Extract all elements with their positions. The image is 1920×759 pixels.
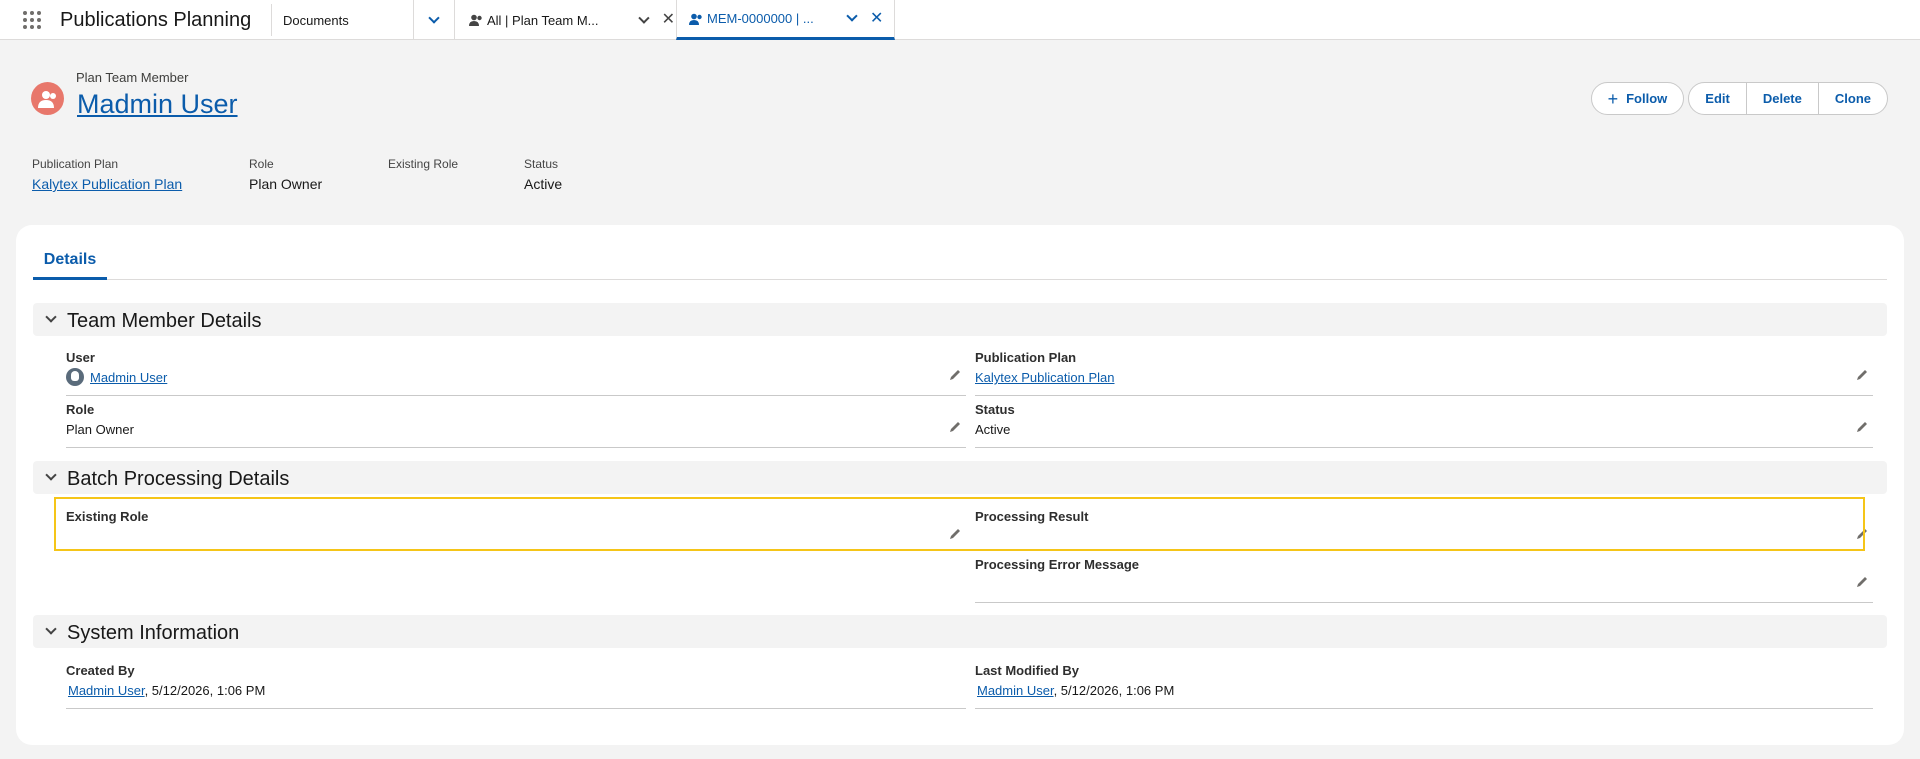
plus-icon: + [1607,88,1619,109]
object-type-label: Plan Team Member [76,70,189,85]
modified-date: , 5/12/2026, 1:06 PM [1053,683,1175,698]
clone-button[interactable]: Clone [1818,82,1888,115]
pencil-icon[interactable] [1855,368,1869,382]
record-title[interactable]: Madmin User [77,89,238,120]
section-system-information[interactable]: System Information [33,615,1887,648]
highlight-label: Status [524,157,559,171]
pencil-icon[interactable] [948,368,962,382]
field-last-modified-by: Last Modified By Madmin User, 5/12/2026,… [975,659,1873,709]
field-role: Role Plan Owner [66,398,966,448]
record-actions: + Follow Edit Delete Clone [1590,82,1888,115]
tab-details[interactable]: Details [33,245,107,280]
follow-button-label: Follow [1626,91,1668,106]
close-icon[interactable]: ✕ [662,12,675,28]
highlight-label: Publication Plan [32,157,119,171]
field-label: Created By [66,663,135,678]
workspace-tab-mem-record[interactable]: MEM-0000000 | ... ✕ [676,0,895,40]
field-value: Madmin User [66,368,167,387]
follow-button[interactable]: + Follow [1590,82,1685,115]
close-icon[interactable]: ✕ [870,10,883,27]
highlight-role: Role Plan Owner [249,157,322,192]
workspace-tab-plan-team-members[interactable]: All | Plan Team M... ✕ [455,0,675,40]
nav-item-documents-label: Documents [283,12,349,28]
section-batch-processing-details[interactable]: Batch Processing Details [33,461,1887,494]
field-label: Processing Error Message [975,557,1140,572]
delete-button[interactable]: Delete [1746,82,1819,115]
chevron-down-icon[interactable] [638,11,650,24]
chevron-down-icon [428,11,440,24]
action-button-group: Edit Delete Clone [1688,82,1888,115]
highlight-value: Active [524,176,563,192]
chevron-down-icon [45,623,57,635]
section-title: Batch Processing Details [67,468,290,490]
nav-item-documents-menu[interactable] [413,0,455,40]
field-label: User [66,350,95,365]
field-value: Madmin User, 5/12/2026, 1:06 PM [68,683,265,698]
highlight-publication-plan: Publication Plan Kalytex Publication Pla… [32,157,182,192]
user-link[interactable]: Madmin User [90,370,167,385]
workspace-tab-label: All | Plan Team M... [487,12,599,28]
app-name: Publications Planning [60,9,252,31]
field-user: User Madmin User [66,346,966,396]
record-detail-card: Details Team Member Details User Madmin … [16,225,1904,745]
chevron-down-icon[interactable] [846,10,858,22]
field-value: Active [975,422,1011,437]
highlight-status: Status Active [524,157,562,192]
chevron-down-icon [45,311,57,323]
modified-by-user-link[interactable]: Madmin User [977,683,1054,698]
section-title: System Information [67,622,240,644]
workspace-tab-label: MEM-0000000 | ... [707,11,814,26]
highlight-value: Plan Owner [249,176,323,192]
field-label: Publication Plan [975,350,1077,365]
field-created-by: Created By Madmin User, 5/12/2026, 1:06 … [66,659,966,709]
section-team-member-details[interactable]: Team Member Details [33,303,1887,336]
created-date: , 5/12/2026, 1:06 PM [144,683,266,698]
people-icon [469,14,483,26]
section-title: Team Member Details [67,310,262,332]
highlight-label: Role [249,157,274,171]
field-value: Plan Owner [66,422,134,437]
pencil-icon[interactable] [1855,420,1869,434]
chevron-down-icon [45,469,57,481]
avatar [66,368,84,387]
plan-team-member-icon [31,82,64,115]
app-launcher-icon[interactable] [21,9,43,31]
field-label: Role [66,402,95,417]
created-by-user-link[interactable]: Madmin User [68,683,145,698]
field-processing-error-message: Processing Error Message [975,553,1873,603]
pencil-icon[interactable] [948,420,962,434]
field-label: Last Modified By [975,663,1080,678]
focus-highlight-box [54,497,1865,551]
highlight-label: Existing Role [388,157,459,171]
field-status: Status Active [975,398,1873,448]
publication-plan-link[interactable]: Kalytex Publication Plan [975,370,1114,385]
global-nav-bar: Publications Planning Documents All | Pl… [0,0,1920,40]
field-label: Status [975,402,1015,417]
edit-button[interactable]: Edit [1688,82,1747,115]
pencil-icon[interactable] [1855,575,1869,589]
highlight-existing-role: Existing Role [388,157,458,176]
nav-item-documents[interactable]: Documents [272,0,413,40]
field-value: Madmin User, 5/12/2026, 1:06 PM [977,683,1174,698]
highlight-value-link[interactable]: Kalytex Publication Plan [32,176,182,192]
record-tabs: Details [33,245,1887,280]
people-icon [689,13,703,25]
field-publication-plan: Publication Plan Kalytex Publication Pla… [975,346,1873,396]
